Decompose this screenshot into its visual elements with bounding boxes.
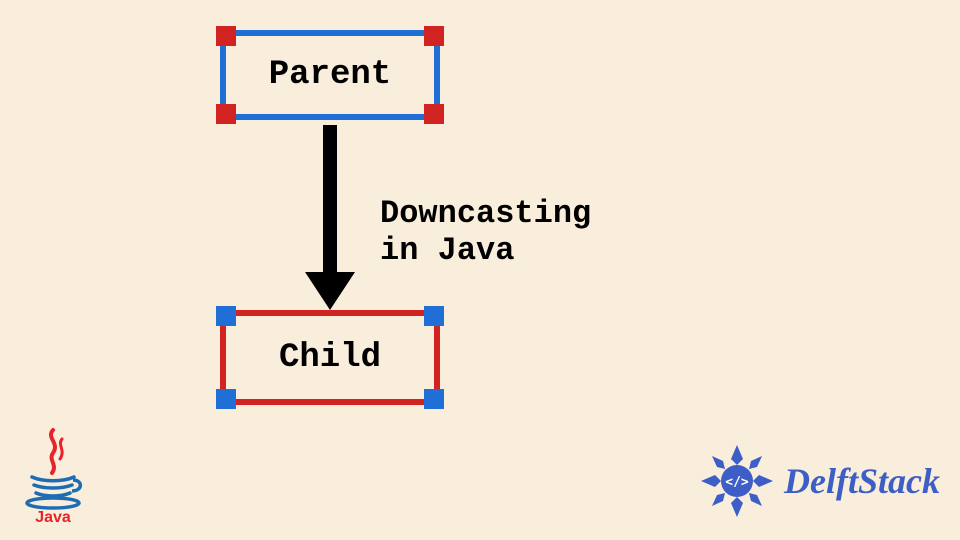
delftstack-emblem-icon: </> [698,442,776,520]
arrow-shaft [323,125,337,272]
corner-decoration [424,104,444,124]
corner-decoration [216,389,236,409]
child-label: Child [279,339,381,377]
parent-label: Parent [269,56,391,94]
corner-decoration [216,306,236,326]
corner-decoration [424,26,444,46]
diagram-label: Downcasting in Java [380,195,591,269]
java-logo-text: Java [35,509,71,525]
delftstack-logo: </> DelftStack [698,442,940,520]
delftstack-text: DelftStack [784,460,940,502]
downcast-arrow [320,125,340,310]
java-logo-icon: Java [18,425,88,525]
arrow-head-icon [305,272,355,310]
corner-decoration [216,104,236,124]
svg-text:</>: </> [725,475,749,490]
child-node: Child [220,310,440,405]
corner-decoration [216,26,236,46]
corner-decoration [424,389,444,409]
parent-node: Parent [220,30,440,120]
corner-decoration [424,306,444,326]
